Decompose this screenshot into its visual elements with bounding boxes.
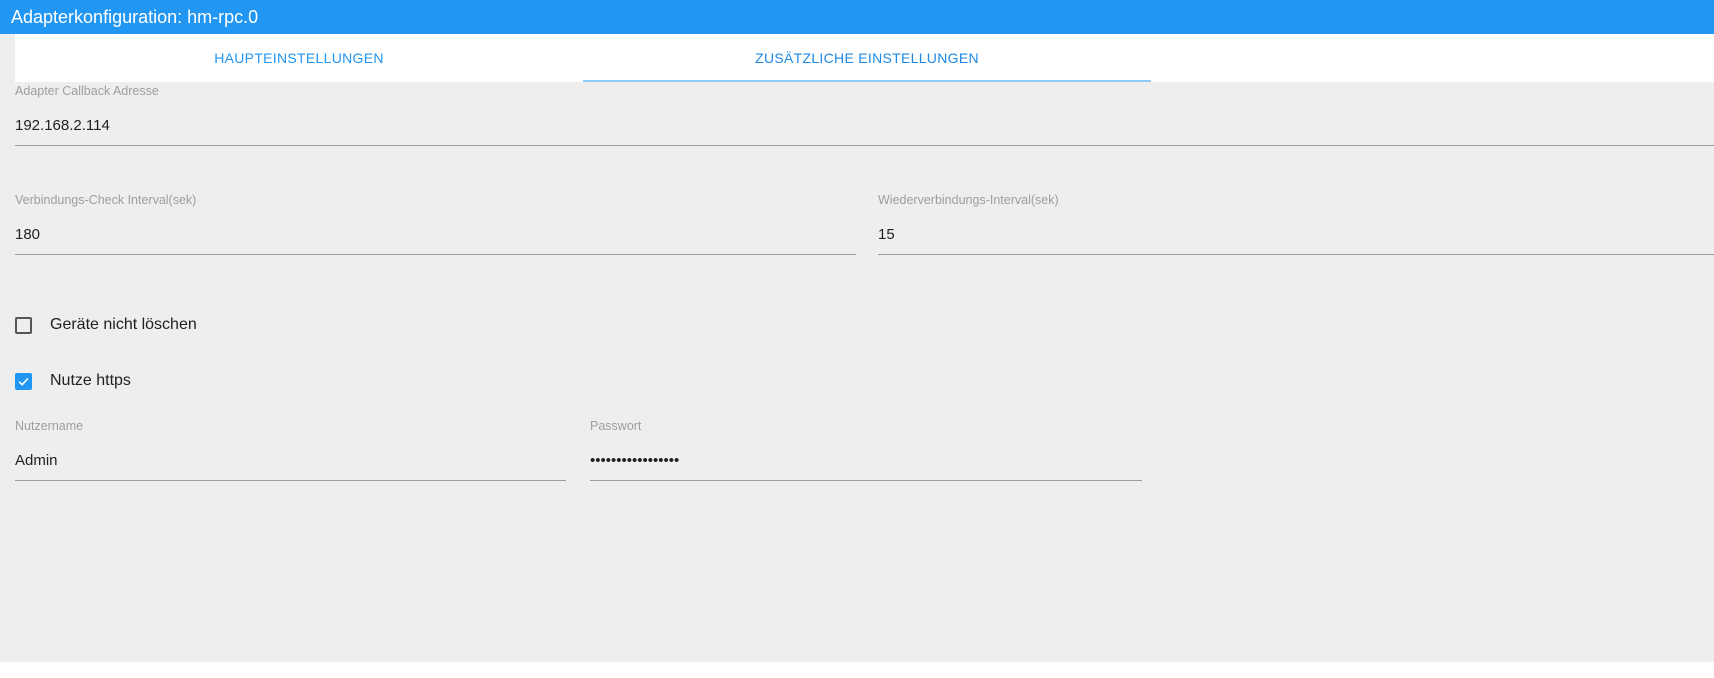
tab-additional-settings[interactable]: ZUSÄTZLICHE EINSTELLUNGEN bbox=[583, 34, 1151, 82]
username-label: Nutzername bbox=[15, 419, 84, 433]
username-input[interactable] bbox=[15, 447, 566, 473]
callback-address-input[interactable] bbox=[15, 112, 1714, 138]
use-https-checkbox[interactable]: Nutze https bbox=[15, 372, 131, 390]
check-interval-label: Verbindungs-Check Interval(sek) bbox=[15, 193, 197, 207]
tab-bar: HAUPTEINSTELLUNGEN ZUSÄTZLICHE EINSTELLU… bbox=[15, 34, 1714, 82]
check-interval-underline bbox=[15, 254, 856, 255]
dont-delete-devices-label: Geräte nicht löschen bbox=[50, 316, 197, 333]
reconnect-interval-label: Wiederverbindungs-Interval(sek) bbox=[878, 193, 1059, 207]
check-interval-input[interactable] bbox=[15, 221, 856, 247]
password-label: Passwort bbox=[590, 419, 642, 433]
checkbox-checked-icon[interactable] bbox=[15, 372, 32, 390]
tab-main-settings[interactable]: HAUPTEINSTELLUNGEN bbox=[15, 34, 583, 82]
window-title: Adapterkonfiguration: hm-rpc.0 bbox=[0, 0, 1714, 34]
checkmark-icon bbox=[18, 377, 29, 386]
dont-delete-devices-checkbox[interactable]: Geräte nicht löschen bbox=[15, 316, 197, 334]
use-https-label: Nutze https bbox=[50, 372, 131, 389]
reconnect-interval-underline bbox=[878, 254, 1714, 255]
username-underline bbox=[15, 480, 566, 481]
password-input[interactable] bbox=[590, 447, 1142, 473]
password-underline bbox=[590, 480, 1142, 481]
checkbox-unchecked-icon[interactable] bbox=[15, 316, 32, 334]
reconnect-interval-input[interactable] bbox=[878, 221, 1714, 247]
callback-address-underline bbox=[15, 145, 1714, 146]
active-tab-indicator bbox=[583, 80, 1151, 82]
callback-address-label: Adapter Callback Adresse bbox=[15, 84, 159, 98]
config-panel: HAUPTEINSTELLUNGEN ZUSÄTZLICHE EINSTELLU… bbox=[0, 34, 1714, 662]
